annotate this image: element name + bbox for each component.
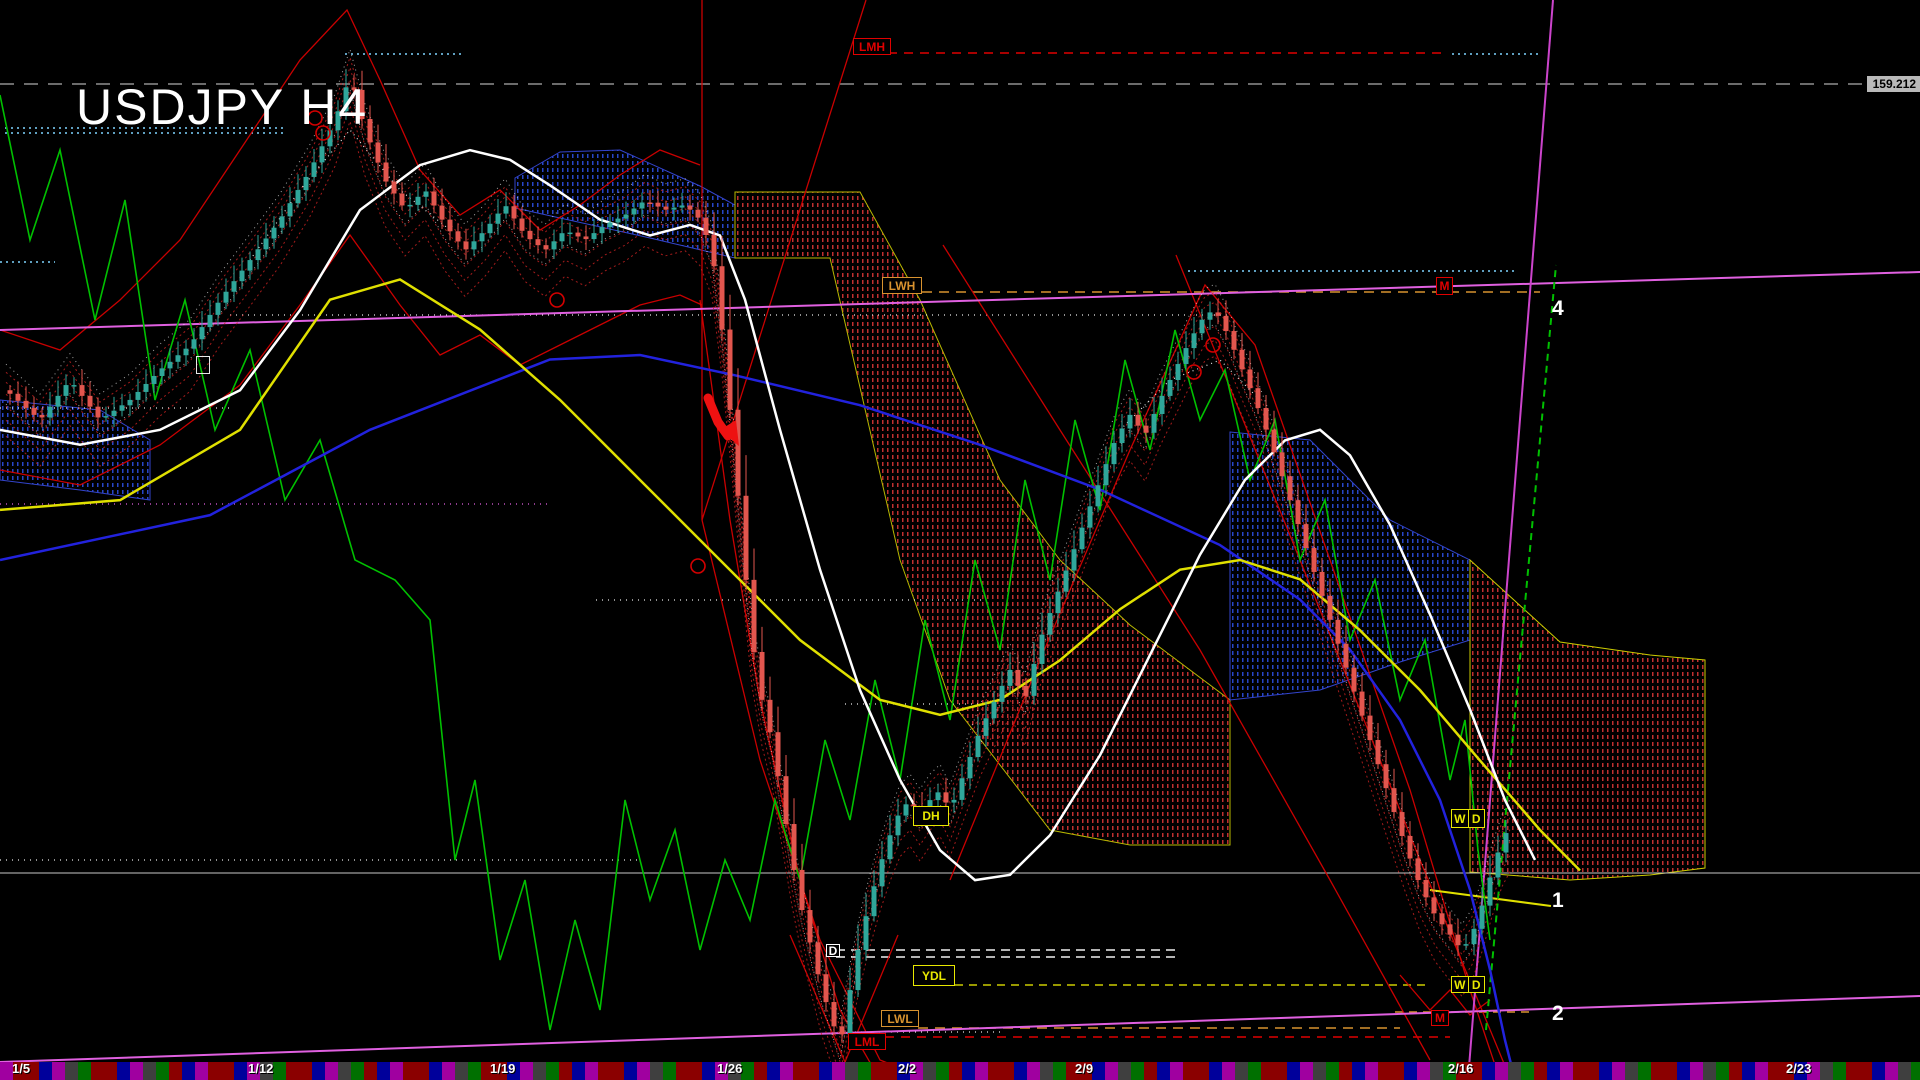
bar-highlight-box [196, 356, 210, 374]
period-cell: D [1471, 977, 1481, 992]
x-axis-tick-2-16: 2/16 [1448, 1061, 1474, 1076]
level-label-lmh: LMH [853, 38, 891, 55]
x-axis-tick-1-12: 1/12 [248, 1061, 274, 1076]
x-axis-tick-2-9: 2/9 [1075, 1061, 1094, 1076]
wave-number-2: 2 [1552, 1002, 1564, 1025]
period-cell: W [1452, 810, 1469, 827]
period-cell: D [1471, 811, 1481, 826]
level-label-d-small: D [826, 944, 840, 957]
period-label-wd-upper: WD [1451, 809, 1485, 828]
level-label-m-upper: M [1436, 277, 1453, 295]
period-cell: W [1452, 977, 1469, 992]
trading-chart-window: USDJPY H4 159.212 LMH LWH M DH D YDL LWL LML M W D… [0, 0, 1920, 1080]
level-label-lwl: LWL [881, 1010, 919, 1027]
wave-number-4: 4 [1552, 297, 1564, 320]
level-label-ydl: YDL [913, 965, 955, 986]
level-label-lwh: LWH [882, 277, 922, 294]
x-axis-tick-1-19: 1/19 [490, 1061, 516, 1076]
level-label-dh: DH [913, 806, 949, 826]
current-price-badge: 159.212 [1866, 76, 1920, 92]
price-chart-canvas [0, 0, 1920, 1080]
period-label-wd-lower: WD [1451, 976, 1485, 993]
x-axis-tick-1-26: 1/26 [717, 1061, 743, 1076]
level-label-lml: LML [848, 1033, 886, 1050]
x-axis-tick-1-5: 1/5 [12, 1061, 31, 1076]
x-axis-tick-2-23: 2/23 [1786, 1061, 1812, 1076]
x-axis-tick-2-2: 2/2 [898, 1061, 917, 1076]
session-strip [0, 1062, 1920, 1080]
level-label-m-lower: M [1431, 1010, 1449, 1026]
chart-title: USDJPY H4 [76, 79, 369, 135]
wave-number-1: 1 [1552, 889, 1564, 912]
